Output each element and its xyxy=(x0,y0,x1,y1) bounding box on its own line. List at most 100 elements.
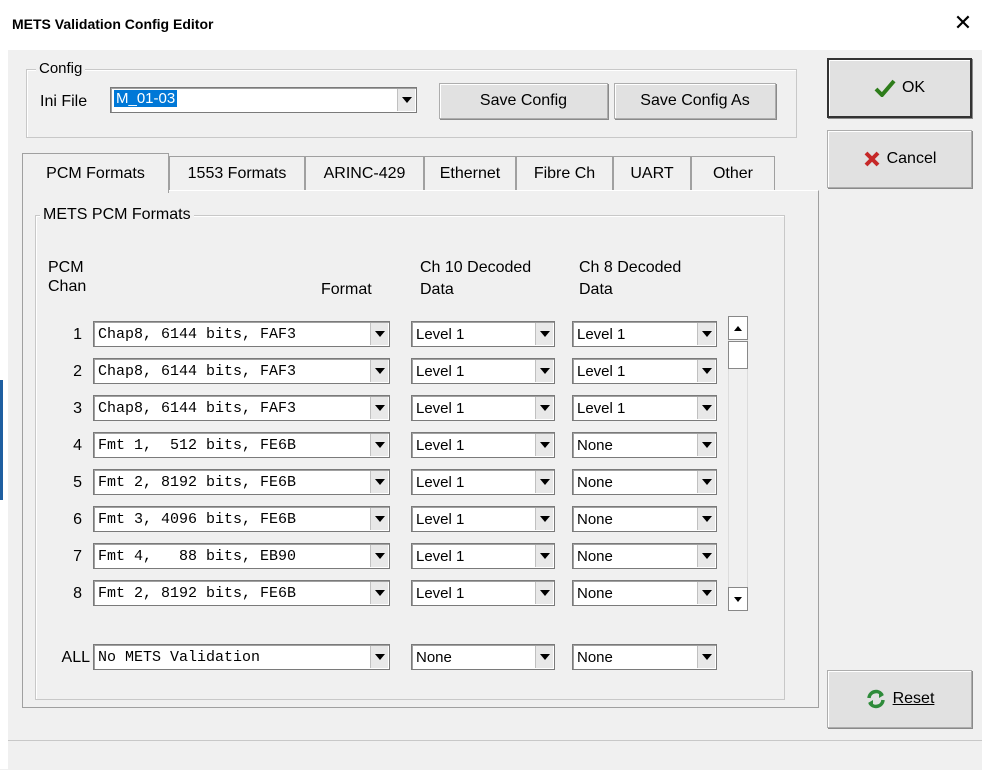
ch8-value: None xyxy=(577,548,613,565)
chevron-down-icon[interactable] xyxy=(535,360,553,382)
dialog-window: METS Validation Config Editor ✕ Config I… xyxy=(0,0,982,770)
chevron-down-icon[interactable] xyxy=(697,434,715,456)
all-ch8-value: None xyxy=(577,649,613,666)
reset-button[interactable]: Reset xyxy=(827,670,972,728)
chevron-down-icon[interactable] xyxy=(697,323,715,345)
ok-button[interactable]: OK xyxy=(827,58,972,118)
status-bar xyxy=(8,740,982,770)
format-value: Fmt 4, 88 bits, EB90 xyxy=(98,548,297,565)
ch8-value: None xyxy=(577,474,613,491)
close-button[interactable]: ✕ xyxy=(948,10,978,38)
chevron-down-icon[interactable] xyxy=(535,323,553,345)
ch10-select[interactable]: Level 1 xyxy=(411,506,555,532)
format-select[interactable]: Fmt 2, 8192 bits, FE6B xyxy=(93,469,390,495)
all-format-select[interactable]: No METS Validation xyxy=(93,644,390,670)
format-select[interactable]: Fmt 3, 4096 bits, FE6B xyxy=(93,506,390,532)
scroll-down-arrow-icon[interactable] xyxy=(728,587,748,611)
scroll-thumb[interactable] xyxy=(728,341,748,369)
format-select[interactable]: Chap8, 6144 bits, FAF3 xyxy=(93,358,390,384)
ch10-select[interactable]: Level 1 xyxy=(411,580,555,606)
chevron-down-icon[interactable] xyxy=(535,508,553,530)
chevron-down-icon[interactable] xyxy=(370,508,388,530)
cross-icon xyxy=(864,151,880,167)
ch10-select[interactable]: Level 1 xyxy=(411,321,555,347)
tab-ethernet[interactable]: Ethernet xyxy=(424,156,516,190)
tab-label: PCM Formats xyxy=(46,164,145,182)
format-select[interactable]: Chap8, 6144 bits, FAF3 xyxy=(93,395,390,421)
ch10-select[interactable]: Level 1 xyxy=(411,543,555,569)
chevron-down-icon[interactable] xyxy=(535,397,553,419)
ch10-value: Level 1 xyxy=(416,363,465,380)
ch8-select[interactable]: None xyxy=(572,580,717,606)
chan-number: 3 xyxy=(73,400,82,417)
ch8-select[interactable]: None xyxy=(572,543,717,569)
ch10-select[interactable]: Level 1 xyxy=(411,358,555,384)
chevron-down-icon[interactable] xyxy=(697,360,715,382)
ch8-select[interactable]: None xyxy=(572,469,717,495)
chevron-down-icon[interactable] xyxy=(370,582,388,604)
chevron-down-icon[interactable] xyxy=(535,471,553,493)
tab-pcm-formats[interactable]: PCM Formats xyxy=(22,153,169,193)
chevron-down-icon[interactable] xyxy=(697,471,715,493)
chevron-down-icon[interactable] xyxy=(370,397,388,419)
chevron-down-icon[interactable] xyxy=(370,434,388,456)
chevron-down-icon[interactable] xyxy=(397,89,415,111)
ch10-select[interactable]: Level 1 xyxy=(411,432,555,458)
ch8-select[interactable]: Level 1 xyxy=(572,395,717,421)
chevron-down-icon[interactable] xyxy=(370,545,388,567)
chevron-down-icon[interactable] xyxy=(370,360,388,382)
window-title: METS Validation Config Editor xyxy=(12,16,214,32)
chevron-down-icon[interactable] xyxy=(535,434,553,456)
save-config-as-button[interactable]: Save Config As xyxy=(614,83,776,119)
format-select[interactable]: Chap8, 6144 bits, FAF3 xyxy=(93,321,390,347)
ch8-value: None xyxy=(577,511,613,528)
chevron-down-icon[interactable] xyxy=(697,545,715,567)
cancel-button[interactable]: Cancel xyxy=(827,130,972,188)
format-select[interactable]: Fmt 1, 512 bits, FE6B xyxy=(93,432,390,458)
chevron-down-icon[interactable] xyxy=(697,582,715,604)
chevron-down-icon[interactable] xyxy=(535,646,553,668)
chevron-down-icon[interactable] xyxy=(697,646,715,668)
ini-file-select[interactable]: M_01-03 xyxy=(110,87,417,113)
rows-scrollbar[interactable] xyxy=(728,316,748,611)
chevron-down-icon[interactable] xyxy=(535,545,553,567)
ch8-value: Level 1 xyxy=(577,326,626,343)
tab-other[interactable]: Other xyxy=(691,156,775,190)
ch10-value: Level 1 xyxy=(416,548,465,565)
reset-label: Reset xyxy=(892,690,935,707)
format-select[interactable]: Fmt 2, 8192 bits, FE6B xyxy=(93,580,390,606)
ch8-select[interactable]: Level 1 xyxy=(572,321,717,347)
chan-number: 2 xyxy=(73,363,82,380)
config-group-label: Config xyxy=(36,60,86,77)
ch8-select[interactable]: None xyxy=(572,432,717,458)
refresh-icon xyxy=(866,689,885,709)
tab-uart[interactable]: UART xyxy=(613,156,691,190)
format-value: Chap8, 6144 bits, FAF3 xyxy=(98,326,297,343)
tab-1553-formats[interactable]: 1553 Formats xyxy=(169,156,305,190)
ch10-value: Level 1 xyxy=(416,474,465,491)
format-value: Fmt 1, 512 bits, FE6B xyxy=(98,437,297,454)
tab-arinc-429[interactable]: ARINC-429 xyxy=(305,156,424,190)
chevron-down-icon[interactable] xyxy=(697,508,715,530)
save-config-button[interactable]: Save Config xyxy=(439,83,608,119)
chevron-down-icon[interactable] xyxy=(535,582,553,604)
all-label: ALL xyxy=(61,649,90,666)
tab-fibre-ch[interactable]: Fibre Ch xyxy=(516,156,613,190)
ch10-select[interactable]: Level 1 xyxy=(411,395,555,421)
chevron-down-icon[interactable] xyxy=(697,397,715,419)
ch8-select[interactable]: None xyxy=(572,506,717,532)
header-ch8-decoded: Ch 8 Decoded xyxy=(579,259,682,276)
ini-file-label: Ini File xyxy=(40,93,88,110)
checkmark-icon xyxy=(874,79,896,97)
chan-number: 5 xyxy=(73,474,82,491)
format-select[interactable]: Fmt 4, 88 bits, EB90 xyxy=(93,543,390,569)
ch8-select[interactable]: Level 1 xyxy=(572,358,717,384)
all-ch10-select[interactable]: None xyxy=(411,644,555,670)
chan-number: 6 xyxy=(73,511,82,528)
all-ch8-select[interactable]: None xyxy=(572,644,717,670)
chevron-down-icon[interactable] xyxy=(370,471,388,493)
scroll-up-arrow-icon[interactable] xyxy=(728,316,748,340)
ch10-select[interactable]: Level 1 xyxy=(411,469,555,495)
chevron-down-icon[interactable] xyxy=(370,323,388,345)
chevron-down-icon[interactable] xyxy=(370,646,388,668)
